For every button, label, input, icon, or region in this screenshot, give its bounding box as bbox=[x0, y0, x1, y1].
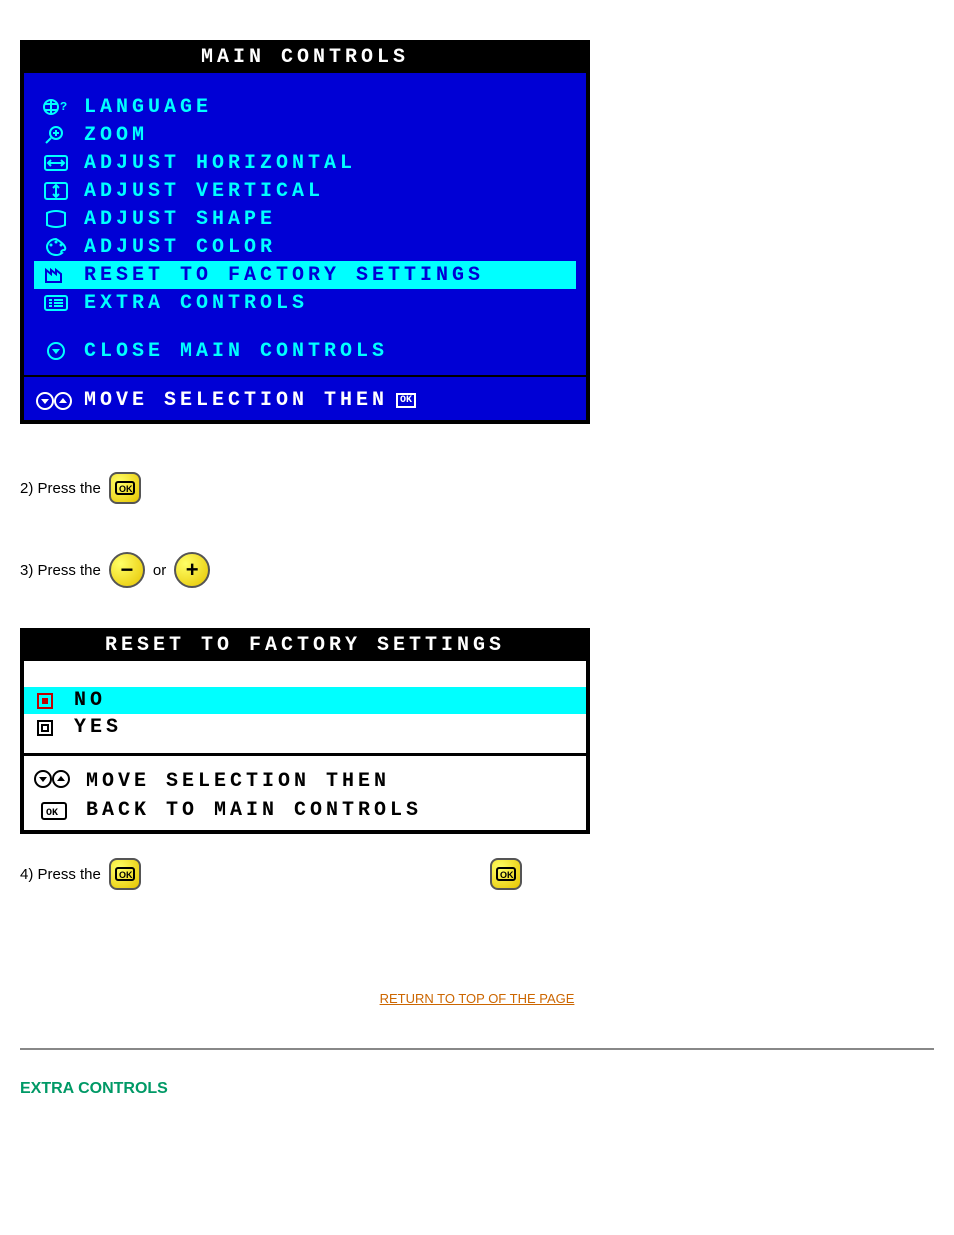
menu-label: CLOSE MAIN CONTROLS bbox=[84, 340, 388, 363]
globe-question-icon: ? bbox=[38, 95, 74, 119]
svg-text:OK: OK bbox=[46, 808, 58, 819]
option-yes[interactable]: YES bbox=[24, 714, 586, 741]
footer-line-1: MOVE SELECTION THEN bbox=[86, 770, 390, 793]
menu-item-language[interactable]: ? LANGUAGE bbox=[34, 93, 576, 121]
menu-label: LANGUAGE bbox=[84, 96, 212, 119]
svg-text:OK: OK bbox=[500, 870, 514, 880]
menu-item-adjust-color[interactable]: ADJUST COLOR bbox=[34, 233, 576, 261]
menu-item-close[interactable]: CLOSE MAIN CONTROLS bbox=[34, 337, 576, 365]
return-top-link[interactable]: RETURN TO TOP OF THE PAGE bbox=[380, 991, 575, 1006]
osd-title: MAIN CONTROLS bbox=[24, 44, 586, 73]
menu-item-zoom[interactable]: ZOOM bbox=[34, 121, 576, 149]
menu-label: ADJUST SHAPE bbox=[84, 208, 276, 231]
divider bbox=[20, 1048, 934, 1050]
osd-footer-text: MOVE SELECTION THEN bbox=[84, 389, 388, 412]
instruction-step-2: 2) Press the OK button. The RESET TO FAC… bbox=[20, 472, 954, 504]
svg-text:OK: OK bbox=[119, 484, 133, 494]
menu-label: ADJUST HORIZONTAL bbox=[84, 152, 356, 175]
footer-line-2: BACK TO MAIN CONTROLS bbox=[86, 799, 422, 822]
menu-label: ZOOM bbox=[84, 124, 148, 147]
osd-footer: MOVE SELECTION THEN OK bbox=[24, 375, 586, 420]
menu-label: RESET TO FACTORY SETTINGS bbox=[84, 264, 484, 287]
menu-item-reset-factory[interactable]: RESET TO FACTORY SETTINGS bbox=[34, 261, 576, 289]
ok-button-icon: OK bbox=[490, 858, 522, 890]
menu-label: ADJUST VERTICAL bbox=[84, 180, 324, 203]
ok-button-icon: OK bbox=[109, 472, 141, 504]
instruction-row: 4) Press the OK button to confirm your s… bbox=[20, 858, 920, 890]
ok-icon: OK bbox=[396, 393, 416, 408]
svg-text:?: ? bbox=[60, 100, 67, 114]
arrows-vertical-icon bbox=[38, 179, 74, 203]
osd2-footer: MOVE SELECTION THEN OK BACK TO MAIN CONT… bbox=[24, 753, 586, 830]
menu-item-extra-controls[interactable]: EXTRA CONTROLS bbox=[34, 289, 576, 317]
factory-icon bbox=[38, 263, 74, 287]
svg-text:OK: OK bbox=[119, 870, 133, 880]
section-heading-extra-controls: EXTRA CONTROLS bbox=[20, 1080, 954, 1098]
menu-item-adjust-vertical[interactable]: ADJUST VERTICAL bbox=[34, 177, 576, 205]
option-label: YES bbox=[74, 716, 122, 739]
list-icon bbox=[38, 291, 74, 315]
down-circle-icon bbox=[38, 339, 74, 363]
reset-factory-osd: RESET TO FACTORY SETTINGS NO YES MOVE SE… bbox=[20, 628, 590, 834]
radio-unselected-icon bbox=[34, 718, 58, 738]
main-controls-osd: MAIN CONTROLS ? LANGUAGE ZOOM ADJUST HOR… bbox=[20, 40, 590, 424]
ok-button-icon: OK bbox=[109, 858, 141, 890]
instruction-step-3: 3) Press the − or + button to select YES… bbox=[20, 552, 954, 588]
minus-button-icon: − bbox=[109, 552, 145, 588]
updown-icon bbox=[34, 390, 74, 412]
magnifier-plus-icon bbox=[38, 123, 74, 147]
instruction-alt-no: If NO is selected, press the OK button t… bbox=[490, 858, 920, 890]
shape-icon bbox=[38, 207, 74, 231]
menu-label: EXTRA CONTROLS bbox=[84, 292, 308, 315]
menu-item-adjust-horizontal[interactable]: ADJUST HORIZONTAL bbox=[34, 149, 576, 177]
arrows-horizontal-icon bbox=[38, 151, 74, 175]
updown-icon bbox=[32, 768, 76, 795]
plus-button-icon: + bbox=[174, 552, 210, 588]
osd-menu: ? LANGUAGE ZOOM ADJUST HORIZONTAL ADJUST… bbox=[24, 73, 586, 375]
ok-icon: OK bbox=[32, 802, 76, 820]
menu-label: ADJUST COLOR bbox=[84, 236, 276, 259]
option-no[interactable]: NO bbox=[24, 687, 586, 714]
menu-item-adjust-shape[interactable]: ADJUST SHAPE bbox=[34, 205, 576, 233]
option-label: NO bbox=[74, 689, 106, 712]
palette-icon bbox=[38, 235, 74, 259]
instruction-step-4: 4) Press the OK button to confirm your s… bbox=[20, 858, 450, 890]
radio-selected-icon bbox=[34, 691, 58, 711]
osd-title: RESET TO FACTORY SETTINGS bbox=[24, 632, 586, 661]
